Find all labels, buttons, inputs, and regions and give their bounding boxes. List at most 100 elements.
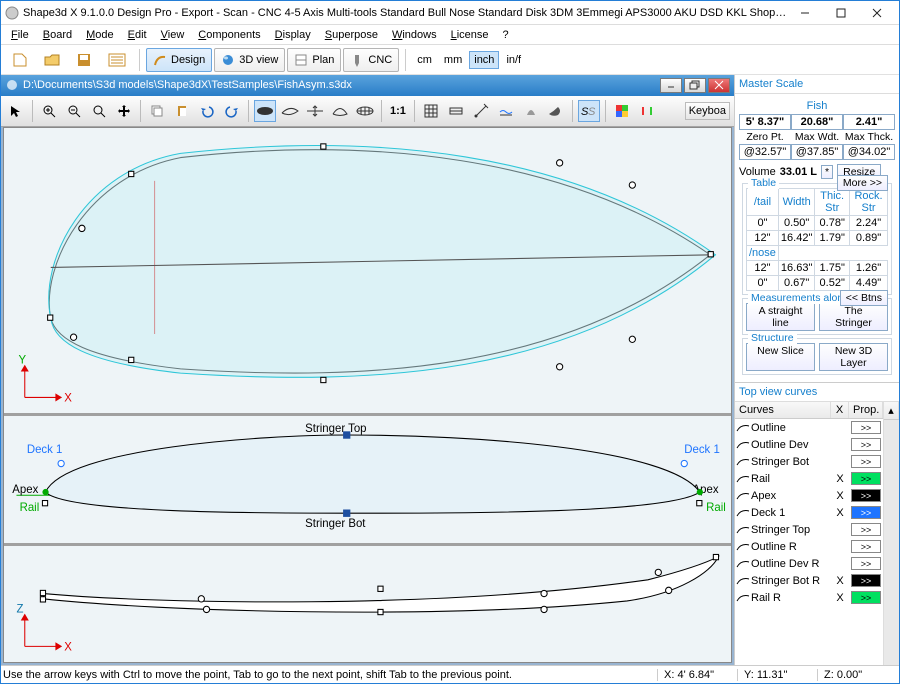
curve-row[interactable]: Outline >> bbox=[735, 419, 883, 436]
tab-design[interactable]: Design bbox=[146, 48, 212, 72]
save-icon[interactable] bbox=[69, 48, 99, 72]
pane-profile[interactable]: X Z bbox=[4, 546, 731, 662]
curve-prop[interactable]: >> bbox=[849, 506, 883, 519]
curve-row[interactable]: Outline R >> bbox=[735, 538, 883, 555]
curve-name: Rail R bbox=[751, 592, 831, 604]
measure-icon[interactable] bbox=[470, 100, 492, 122]
new-icon[interactable] bbox=[5, 48, 35, 72]
curve-row[interactable]: Deck 1 X >> bbox=[735, 504, 883, 521]
meas-stringer-button[interactable]: The Stringer bbox=[819, 303, 888, 331]
volume-star-button[interactable]: * bbox=[821, 165, 833, 179]
minimize-button[interactable] bbox=[787, 3, 823, 23]
curve-row[interactable]: Stringer Top >> bbox=[735, 521, 883, 538]
menu-board[interactable]: Board bbox=[37, 27, 78, 43]
curve-row[interactable]: Outline Dev >> bbox=[735, 436, 883, 453]
scroll-up-icon[interactable]: ▴ bbox=[884, 402, 899, 419]
menu-display[interactable]: Display bbox=[269, 27, 317, 43]
menu-windows[interactable]: Windows bbox=[386, 27, 443, 43]
length-input[interactable]: 5' 8.37" bbox=[739, 114, 791, 130]
unit-cm[interactable]: cm bbox=[412, 51, 437, 69]
zoom-in-icon[interactable] bbox=[38, 100, 60, 122]
pane-slice[interactable]: Y Stringer Top Stringer Bot Deck 1 Deck … bbox=[4, 416, 731, 546]
curves-scrollbar[interactable]: ▴ bbox=[883, 402, 899, 665]
unit-inf[interactable]: in/f bbox=[501, 51, 526, 69]
curve-prop[interactable]: >> bbox=[849, 438, 883, 451]
menu-license[interactable]: License bbox=[445, 27, 495, 43]
view-top-icon[interactable] bbox=[254, 100, 276, 122]
status-bar: Use the arrow keys with Ctrl to move the… bbox=[1, 665, 899, 683]
curve-row[interactable]: Outline Dev R >> bbox=[735, 555, 883, 572]
curve-prop[interactable]: >> bbox=[849, 591, 883, 604]
curve-x: X bbox=[831, 575, 849, 587]
curve-prop[interactable]: >> bbox=[849, 523, 883, 536]
close-button[interactable] bbox=[859, 3, 895, 23]
anti-alias-icon[interactable]: SS bbox=[578, 100, 600, 122]
view-slice-icon[interactable] bbox=[329, 100, 351, 122]
new-3dlayer-button[interactable]: New 3D Layer bbox=[819, 343, 888, 371]
menu-edit[interactable]: Edit bbox=[122, 27, 153, 43]
unit-inch[interactable]: inch bbox=[469, 51, 499, 69]
maximize-button[interactable] bbox=[823, 3, 859, 23]
rail-icon[interactable] bbox=[445, 100, 467, 122]
curve-row[interactable]: Rail X >> bbox=[735, 470, 883, 487]
copy-icon[interactable] bbox=[146, 100, 168, 122]
curve-prop[interactable]: >> bbox=[849, 489, 883, 502]
view-thickness-icon[interactable] bbox=[304, 100, 326, 122]
view-side-icon[interactable] bbox=[279, 100, 301, 122]
mode-b-icon[interactable] bbox=[636, 100, 658, 122]
redo-icon[interactable] bbox=[221, 100, 243, 122]
meas-straight-button[interactable]: A straight line bbox=[746, 303, 815, 331]
open-icon[interactable] bbox=[37, 48, 67, 72]
doc-restore-button[interactable] bbox=[684, 78, 706, 93]
curve-row[interactable]: Stringer Bot R X >> bbox=[735, 572, 883, 589]
max-wdt-input[interactable]: @37.85" bbox=[791, 144, 843, 160]
pane-top[interactable]: X Y bbox=[4, 128, 731, 416]
curve-prop[interactable]: >> bbox=[849, 421, 883, 434]
menu-components[interactable]: Components bbox=[192, 27, 266, 43]
menu-help[interactable]: ? bbox=[497, 27, 515, 43]
thick-input[interactable]: 2.41" bbox=[843, 114, 895, 130]
grid-icon[interactable] bbox=[420, 100, 442, 122]
curve-prop[interactable]: >> bbox=[849, 540, 883, 553]
properties-icon[interactable] bbox=[101, 48, 133, 72]
tab-cnc[interactable]: CNC bbox=[343, 48, 399, 72]
fins-icon[interactable] bbox=[520, 100, 542, 122]
curve-row[interactable]: Rail R X >> bbox=[735, 589, 883, 606]
width-input[interactable]: 20.68" bbox=[791, 114, 843, 130]
keyboard-button[interactable]: Keyboa bbox=[685, 102, 730, 120]
ratio-label[interactable]: 1:1 bbox=[387, 105, 409, 117]
meas-btns-button[interactable]: << Btns bbox=[840, 290, 888, 306]
color-toggle-icon[interactable] bbox=[611, 100, 633, 122]
hdr-x[interactable]: X bbox=[831, 402, 849, 418]
doc-close-button[interactable] bbox=[708, 78, 730, 93]
zero-pt-input[interactable]: @32.57" bbox=[739, 144, 791, 160]
tab-plan[interactable]: Plan bbox=[287, 48, 341, 72]
unit-mm[interactable]: mm bbox=[439, 51, 467, 69]
curve-row[interactable]: Stringer Bot >> bbox=[735, 453, 883, 470]
menu-file[interactable]: File bbox=[5, 27, 35, 43]
curve-prop[interactable]: >> bbox=[849, 574, 883, 587]
hdr-curves[interactable]: Curves bbox=[735, 402, 831, 418]
paste-icon[interactable] bbox=[171, 100, 193, 122]
zoom-out-icon[interactable] bbox=[63, 100, 85, 122]
curve-prop[interactable]: >> bbox=[849, 455, 883, 468]
hdr-prop[interactable]: Prop. bbox=[849, 402, 883, 418]
pointer-icon[interactable] bbox=[5, 100, 27, 122]
menu-mode[interactable]: Mode bbox=[80, 27, 120, 43]
view-wireframe-icon[interactable] bbox=[354, 100, 376, 122]
curve-prop[interactable]: >> bbox=[849, 472, 883, 485]
curve-prop[interactable]: >> bbox=[849, 557, 883, 570]
menu-superpose[interactable]: Superpose bbox=[319, 27, 384, 43]
tab-3dview[interactable]: 3D view bbox=[214, 48, 285, 72]
table-more-button[interactable]: More >> bbox=[837, 175, 888, 191]
fin-plugs-icon[interactable] bbox=[545, 100, 567, 122]
doc-minimize-button[interactable] bbox=[660, 78, 682, 93]
new-slice-button[interactable]: New Slice bbox=[746, 343, 815, 371]
buoyancy-icon[interactable] bbox=[495, 100, 517, 122]
undo-icon[interactable] bbox=[196, 100, 218, 122]
max-thck-input[interactable]: @34.02" bbox=[843, 144, 895, 160]
pan-icon[interactable] bbox=[113, 100, 135, 122]
zoom-window-icon[interactable] bbox=[88, 100, 110, 122]
curve-row[interactable]: Apex X >> bbox=[735, 487, 883, 504]
menu-view[interactable]: View bbox=[155, 27, 191, 43]
